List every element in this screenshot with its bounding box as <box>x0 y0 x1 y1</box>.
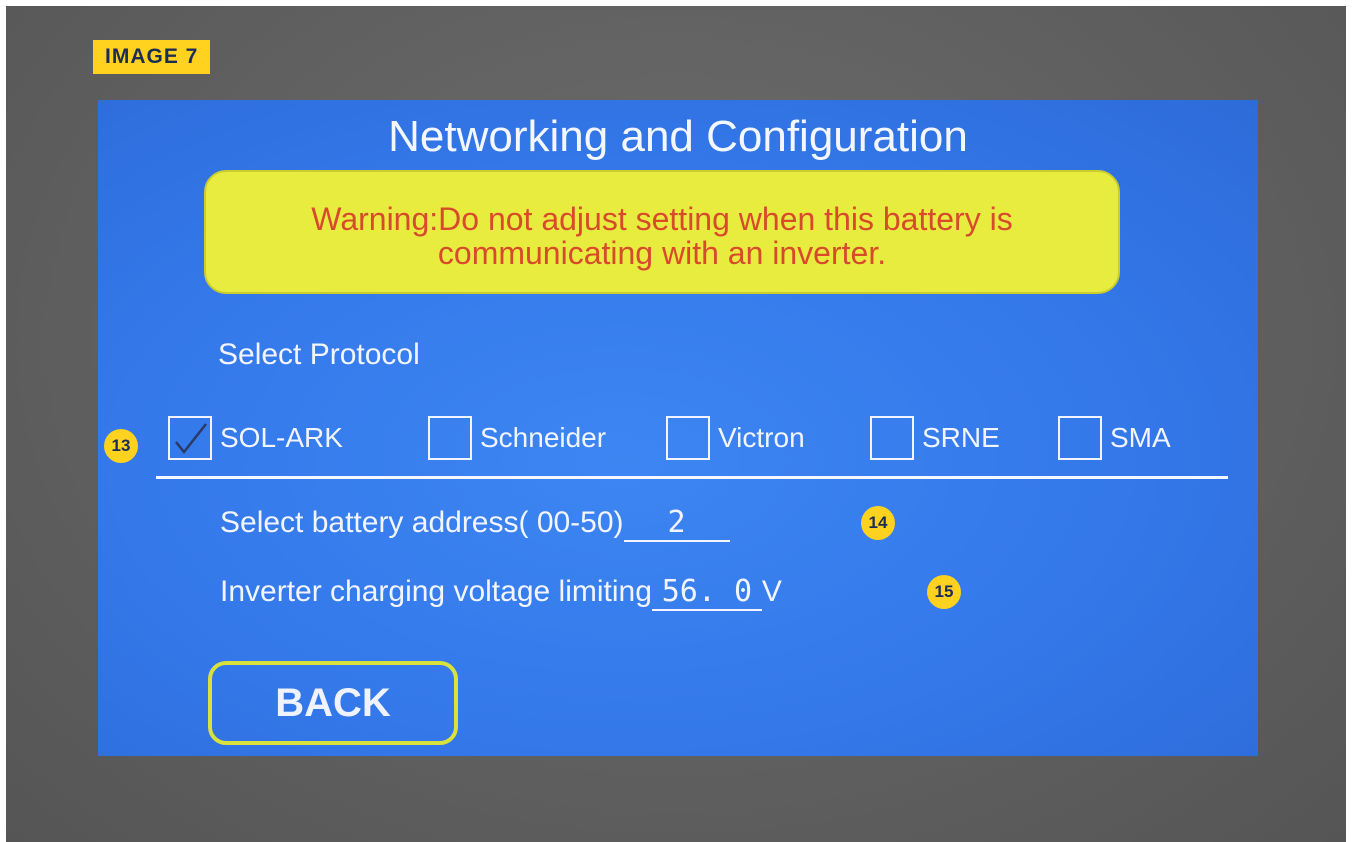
protocol-option-victron[interactable]: Victron <box>666 412 805 464</box>
checkbox-unchecked[interactable] <box>1058 416 1102 460</box>
battery-address-label: Select battery address( 00-50) <box>220 506 624 539</box>
lcd-screen: Networking and Configuration Warning:Do … <box>98 100 1258 756</box>
voltage-limit-row: Inverter charging voltage limiting 56. 0V <box>220 574 782 611</box>
voltage-limit-input[interactable]: 56. 0 <box>651 574 762 611</box>
check-icon <box>175 423 207 455</box>
warning-line-1: Warning:Do not adjust setting when this … <box>311 201 1013 237</box>
protocol-option-sol-ark[interactable]: SOL-ARK <box>168 412 343 464</box>
callout-marker-15: 15 <box>927 575 961 609</box>
protocol-label-schneider: Schneider <box>480 422 607 453</box>
callout-marker-14: 14 <box>861 506 895 540</box>
protocol-label-sma: SMA <box>1110 422 1171 453</box>
protocol-option-sma[interactable]: SMA <box>1058 412 1171 464</box>
checkbox-checked[interactable] <box>168 416 212 460</box>
page-title: Networking and Configuration <box>388 112 968 161</box>
protocol-label-victron: Victron <box>718 422 805 453</box>
warning-banner: Warning:Do not adjust setting when this … <box>204 170 1120 294</box>
battery-address-input[interactable]: 2 <box>623 505 730 542</box>
protocol-label-srne: SRNE <box>922 422 1000 453</box>
checkbox-unchecked[interactable] <box>870 416 914 460</box>
protocol-option-srne[interactable]: SRNE <box>870 412 1000 464</box>
checkbox-unchecked[interactable] <box>666 416 710 460</box>
back-button[interactable]: BACK <box>208 661 458 745</box>
checkbox-unchecked[interactable] <box>428 416 472 460</box>
voltage-unit: V <box>761 575 782 608</box>
battery-address-row: Select battery address( 00-50) 2 <box>220 505 730 542</box>
callout-marker-13: 13 <box>104 429 138 463</box>
image-tag: IMAGE 7 <box>93 40 211 74</box>
divider <box>156 476 1228 479</box>
protocol-section-label: Select Protocol <box>218 338 420 371</box>
protocol-option-schneider[interactable]: Schneider <box>428 412 606 464</box>
voltage-limit-label: Inverter charging voltage limiting <box>220 575 652 608</box>
warning-line-2: communicating with an inverter. <box>437 235 887 271</box>
protocol-options: SOL-ARK Schneider Victron SRNE SMA <box>168 412 1228 464</box>
protocol-label-sol-ark: SOL-ARK <box>220 422 343 453</box>
